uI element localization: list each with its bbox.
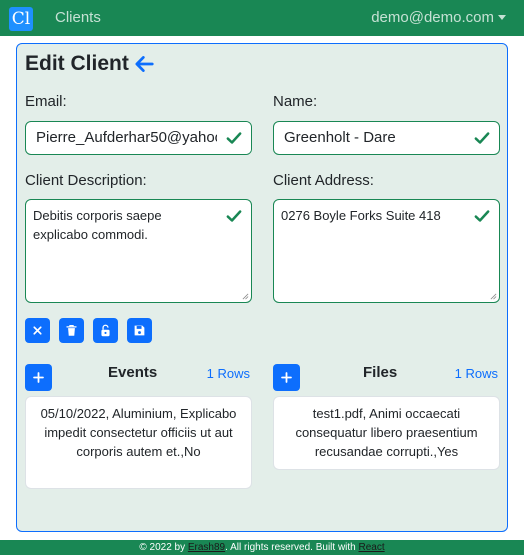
edit-client-card: Edit Client Email: Pierre_Aufderhar50@ya… — [16, 43, 508, 532]
events-title: Events — [108, 364, 158, 381]
unlock-icon — [101, 324, 110, 337]
name-value: Greenholt - Dare — [284, 129, 396, 146]
description-value: Debitis corporis saepe explicabo commodi… — [33, 208, 162, 242]
react-link[interactable]: React — [359, 542, 385, 553]
nav-link-clients[interactable]: Clients — [55, 9, 101, 26]
title-row: Edit Client — [25, 52, 155, 76]
save-icon — [134, 325, 145, 336]
events-row-count[interactable]: 1 Rows — [207, 366, 250, 381]
footer: © 2022 by Erash89. All rights reserved. … — [0, 540, 524, 555]
file-list-item[interactable]: test1.pdf, Animi occaecati consequatur l… — [273, 396, 500, 470]
author-link[interactable]: Erash89 — [188, 542, 225, 553]
name-field[interactable]: Greenholt - Dare — [273, 121, 500, 155]
name-label: Name: — [273, 93, 318, 110]
valid-check-icon — [226, 132, 242, 144]
description-label: Client Description: — [25, 172, 147, 189]
footer-prefix: © 2022 by — [139, 542, 188, 553]
user-menu[interactable]: demo@demo.com — [371, 9, 506, 26]
address-label: Client Address: — [273, 172, 374, 189]
description-textarea[interactable]: Debitis corporis saepe explicabo commodi… — [25, 199, 252, 303]
user-email: demo@demo.com — [371, 9, 494, 26]
files-row-count[interactable]: 1 Rows — [455, 366, 498, 381]
trash-icon — [66, 325, 77, 336]
valid-check-icon — [226, 210, 242, 222]
save-button[interactable] — [127, 318, 152, 343]
email-label: Email: — [25, 93, 67, 110]
unlock-button[interactable] — [93, 318, 118, 343]
navbar: Cl Clients demo@demo.com — [0, 0, 524, 36]
valid-check-icon — [474, 132, 490, 144]
add-file-button[interactable] — [273, 364, 300, 391]
add-event-button[interactable] — [25, 364, 52, 391]
resize-handle-icon[interactable] — [242, 293, 249, 300]
plus-icon — [281, 372, 292, 383]
chevron-down-icon — [498, 15, 506, 20]
action-buttons — [25, 318, 152, 343]
address-value: 0276 Boyle Forks Suite 418 — [281, 208, 441, 223]
brand-logo[interactable]: Cl — [9, 7, 33, 31]
valid-check-icon — [474, 210, 490, 222]
email-field[interactable]: Pierre_Aufderhar50@yahoo.com — [25, 121, 252, 155]
plus-icon — [33, 372, 44, 383]
page-title: Edit Client — [25, 52, 129, 75]
files-title: Files — [363, 364, 398, 381]
cancel-button[interactable] — [25, 318, 50, 343]
close-icon — [33, 326, 42, 335]
address-textarea[interactable]: 0276 Boyle Forks Suite 418 — [273, 199, 500, 303]
event-list-item[interactable]: 05/10/2022, Aluminium, Explicabo impedit… — [25, 396, 252, 489]
arrow-left-icon[interactable] — [133, 53, 155, 75]
footer-middle: . All rights reserved. Built with — [225, 542, 359, 553]
delete-button[interactable] — [59, 318, 84, 343]
resize-handle-icon[interactable] — [490, 293, 497, 300]
